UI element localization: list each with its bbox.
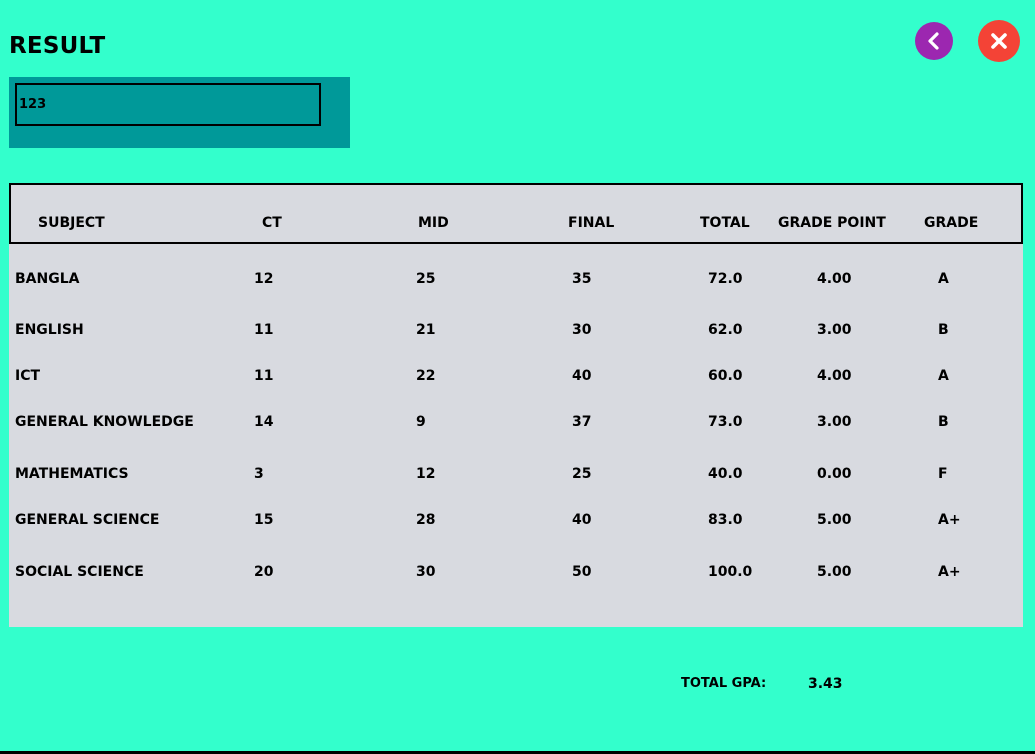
cell-grade: A+ [938,512,961,528]
cell-subject: MATHEMATICS [15,466,129,482]
cell-final: 35 [572,271,592,287]
cell-final: 30 [572,322,592,338]
cell-mid: 25 [416,271,436,287]
cell-grade: A [938,271,949,287]
cell-total: 40.0 [708,466,743,482]
close-button[interactable] [978,20,1020,62]
header-total: TOTAL [700,215,750,231]
cell-grade: B [938,322,949,338]
cell-grade-point: 3.00 [817,322,852,338]
cell-mid: 22 [416,368,436,384]
chevron-left-icon [928,32,939,50]
cell-total: 100.0 [708,564,753,580]
roll-number-input[interactable] [15,83,321,126]
header-grade: GRADE [924,215,979,231]
cell-mid: 21 [416,322,436,338]
cell-ct: 14 [254,414,274,430]
cell-grade-point: 3.00 [817,414,852,430]
cell-grade: F [938,466,948,482]
cell-total: 62.0 [708,322,743,338]
cell-grade-point: 5.00 [817,564,852,580]
cell-total: 83.0 [708,512,743,528]
total-gpa-label: TOTAL GPA: [681,676,767,691]
cell-final: 40 [572,512,592,528]
cell-subject: GENERAL KNOWLEDGE [15,414,194,430]
table-row: ENGLISH 11 21 30 62.0 3.00 B [9,319,1023,343]
header-final: FINAL [568,215,615,231]
table-header: SUBJECT CT MID FINAL TOTAL GRADE POINT G… [9,183,1023,244]
cell-final: 50 [572,564,592,580]
table-row: SOCIAL SCIENCE 20 30 50 100.0 5.00 A+ [9,561,1023,585]
header-mid: MID [418,215,449,231]
table-row: GENERAL KNOWLEDGE 14 9 37 73.0 3.00 B [9,411,1023,435]
cell-subject: ENGLISH [15,322,84,338]
cell-grade-point: 5.00 [817,512,852,528]
cell-ct: 3 [254,466,264,482]
table-row: ICT 11 22 40 60.0 4.00 A [9,365,1023,389]
table-row: MATHEMATICS 3 12 25 40.0 0.00 F [9,463,1023,487]
cell-mid: 9 [416,414,426,430]
cell-ct: 20 [254,564,274,580]
cell-grade: B [938,414,949,430]
cell-ct: 11 [254,368,274,384]
roll-search-panel [9,77,350,148]
cell-ct: 15 [254,512,274,528]
cell-grade: A+ [938,564,961,580]
total-gpa-value: 3.43 [808,676,843,692]
cell-final: 37 [572,414,592,430]
cell-subject: ICT [15,368,41,384]
cell-subject: BANGLA [15,271,80,287]
cell-final: 40 [572,368,592,384]
cell-mid: 12 [416,466,436,482]
page-title: RESULT [9,33,106,59]
cell-total: 73.0 [708,414,743,430]
result-table: SUBJECT CT MID FINAL TOTAL GRADE POINT G… [9,183,1023,627]
close-icon [991,33,1007,49]
back-button[interactable] [915,22,953,60]
header-grade-point: GRADE POINT [778,215,886,231]
cell-grade-point: 0.00 [817,466,852,482]
header-ct: CT [262,215,282,231]
cell-grade-point: 4.00 [817,368,852,384]
cell-total: 60.0 [708,368,743,384]
table-row: BANGLA 12 25 35 72.0 4.00 A [9,268,1023,292]
cell-ct: 12 [254,271,274,287]
cell-mid: 28 [416,512,436,528]
table-row: GENERAL SCIENCE 15 28 40 83.0 5.00 A+ [9,509,1023,533]
cell-ct: 11 [254,322,274,338]
cell-subject: GENERAL SCIENCE [15,512,160,528]
header-subject: SUBJECT [38,215,105,231]
cell-final: 25 [572,466,592,482]
cell-subject: SOCIAL SCIENCE [15,564,144,580]
cell-total: 72.0 [708,271,743,287]
cell-grade: A [938,368,949,384]
cell-grade-point: 4.00 [817,271,852,287]
cell-mid: 30 [416,564,436,580]
